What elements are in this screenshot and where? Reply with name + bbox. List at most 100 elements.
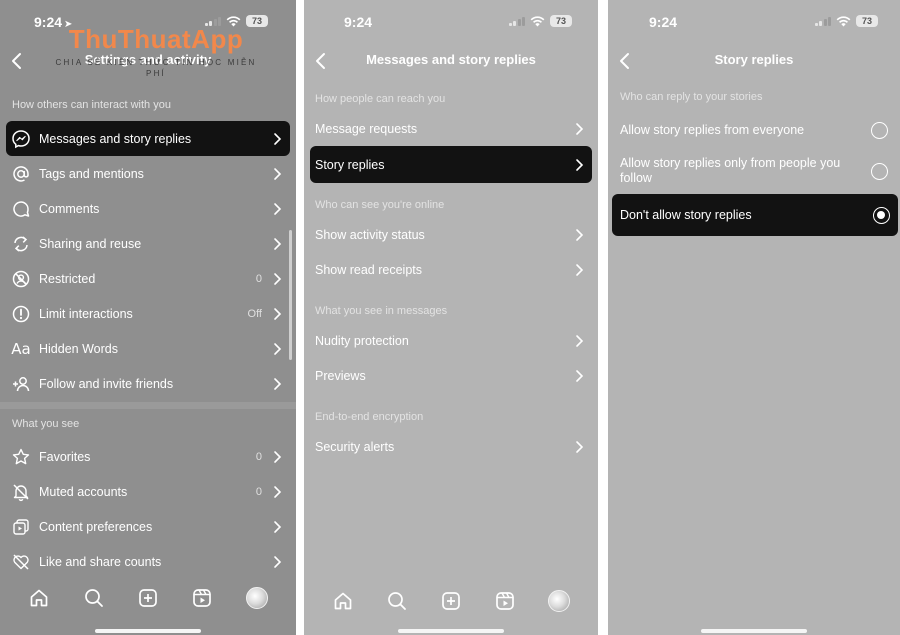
home-indicator: [701, 629, 807, 633]
watermark-tagline: CHIA SẺ KIẾN THỨC TIN HỌC MIỄN PHÍ: [55, 58, 257, 78]
profile-avatar[interactable]: [546, 588, 572, 614]
menu-item-restricted[interactable]: Restricted 0: [6, 261, 290, 296]
menu-item-label: Favorites: [39, 449, 91, 464]
chevron-right-icon: [274, 377, 282, 390]
menu-item-label: Content preferences: [39, 519, 153, 534]
chevron-right-icon: [274, 307, 282, 320]
home-icon[interactable]: [26, 585, 52, 611]
option-label: Don't allow story replies: [620, 207, 752, 222]
section-heading: End-to-end encryption: [315, 411, 424, 423]
menu-item-count: 0: [255, 450, 262, 463]
nav-header: Messages and story replies: [304, 46, 598, 76]
radio-button[interactable]: [871, 162, 888, 180]
search-icon[interactable]: [384, 588, 410, 614]
menu-item-sharing-reuse[interactable]: Sharing and reuse: [6, 226, 290, 261]
menu-item-label: Comments: [39, 201, 100, 216]
menu-item-label: Message requests: [315, 121, 418, 136]
content-icon: [8, 516, 34, 538]
home-icon[interactable]: [330, 588, 356, 614]
chevron-right-icon: [274, 342, 282, 355]
chevron-right-icon: [274, 202, 282, 215]
scrollbar[interactable]: [289, 230, 292, 360]
avatar: [548, 590, 570, 612]
menu-item-label: Story replies: [315, 157, 385, 172]
menu-item-label: Restricted: [39, 271, 96, 286]
heart-slash-icon: [8, 551, 34, 573]
status-bar: 9:24 73: [608, 0, 900, 40]
status-bar: 9:24 73: [304, 0, 598, 40]
create-post-icon[interactable]: [135, 585, 161, 611]
star-icon: [8, 446, 34, 468]
menu-item-message-requests[interactable]: Message requests: [310, 111, 592, 146]
chevron-right-icon: [274, 132, 282, 145]
menu-item-previews[interactable]: Previews: [310, 358, 592, 393]
chevron-right-icon: [576, 263, 584, 276]
chevron-right-icon: [274, 237, 282, 250]
home-indicator: [398, 629, 504, 633]
chevron-right-icon: [576, 440, 584, 453]
radio-button-selected[interactable]: [873, 206, 890, 224]
section-heading: Who can reply to your stories: [620, 91, 763, 103]
option-label: Allow story replies only from people you…: [620, 156, 841, 185]
menu-item-like-share-counts[interactable]: Like and share counts: [6, 544, 290, 579]
watermark-logo: ThuThuatApp CHIA SẺ KIẾN THỨC TIN HỌC MI…: [46, 24, 266, 79]
section-heading: What you see: [12, 418, 80, 430]
menu-item-status: Off: [247, 307, 262, 320]
menu-item-tags-mentions[interactable]: Tags and mentions: [6, 156, 290, 191]
option-allow-everyone[interactable]: Allow story replies from everyone: [612, 113, 896, 148]
profile-avatar[interactable]: [244, 585, 270, 611]
menu-item-label: Like and share counts: [39, 554, 162, 569]
status-time: 9:24: [344, 14, 373, 30]
menu-item-hidden-words[interactable]: Aa Hidden Words: [6, 331, 290, 366]
menu-item-story-replies[interactable]: Story replies: [310, 146, 592, 183]
avatar: [245, 587, 268, 609]
wifi-icon: [836, 15, 851, 26]
menu-item-content-preferences[interactable]: Content preferences: [6, 509, 290, 544]
status-time: 9:24: [649, 14, 678, 30]
nav-header: Story replies: [608, 46, 900, 76]
menu-item-label: Nudity protection: [315, 333, 409, 348]
option-allow-followers-only[interactable]: Allow story replies only from people you…: [612, 150, 896, 192]
bottom-tab-bar: [0, 580, 296, 616]
chevron-right-icon: [274, 555, 282, 568]
section-heading: Who can see you're online: [315, 199, 445, 211]
bottom-tab-bar: [304, 583, 598, 619]
battery-indicator: 73: [856, 15, 878, 27]
menu-item-show-read-receipts[interactable]: Show read receipts: [310, 252, 592, 287]
home-indicator: [95, 629, 201, 633]
page-title: Messages and story replies: [366, 52, 536, 67]
menu-item-label: Follow and invite friends: [39, 376, 174, 391]
reels-icon[interactable]: [189, 585, 215, 611]
radio-button[interactable]: [871, 122, 888, 139]
chevron-right-icon: [576, 334, 584, 347]
muted-bell-icon: [8, 481, 34, 503]
menu-item-label: Sharing and reuse: [39, 236, 142, 251]
reels-icon[interactable]: [492, 588, 518, 614]
menu-item-count: 0: [255, 272, 262, 285]
share-reuse-icon: [8, 233, 34, 255]
menu-item-show-activity-status[interactable]: Show activity status: [310, 217, 592, 252]
search-icon[interactable]: [81, 585, 107, 611]
restricted-icon: [8, 268, 34, 290]
section-divider: [0, 402, 296, 409]
menu-item-follow-invite[interactable]: Follow and invite friends: [6, 366, 290, 401]
text-aa-icon: Aa: [11, 339, 31, 358]
option-dont-allow[interactable]: Don't allow story replies: [612, 194, 898, 236]
menu-item-nudity-protection[interactable]: Nudity protection: [310, 323, 592, 358]
menu-item-comments[interactable]: Comments: [6, 191, 290, 226]
create-post-icon[interactable]: [438, 588, 464, 614]
option-label: Allow story replies from everyone: [620, 123, 805, 137]
section-heading: How people can reach you: [315, 93, 446, 105]
menu-item-count: 0: [255, 485, 262, 498]
menu-item-limit-interactions[interactable]: Limit interactions Off: [6, 296, 290, 331]
comment-icon: [8, 198, 34, 220]
menu-item-messages-story-replies[interactable]: Messages and story replies: [6, 121, 290, 156]
at-sign-icon: [8, 163, 34, 185]
menu-item-muted-accounts[interactable]: Muted accounts 0: [6, 474, 290, 509]
menu-item-favorites[interactable]: Favorites 0: [6, 439, 290, 474]
menu-item-label: Show activity status: [315, 227, 425, 242]
menu-item-security-alerts[interactable]: Security alerts: [310, 429, 592, 464]
cellular-signal-icon: [814, 16, 831, 26]
cellular-signal-icon: [508, 16, 525, 26]
page-title: Story replies: [714, 52, 794, 67]
